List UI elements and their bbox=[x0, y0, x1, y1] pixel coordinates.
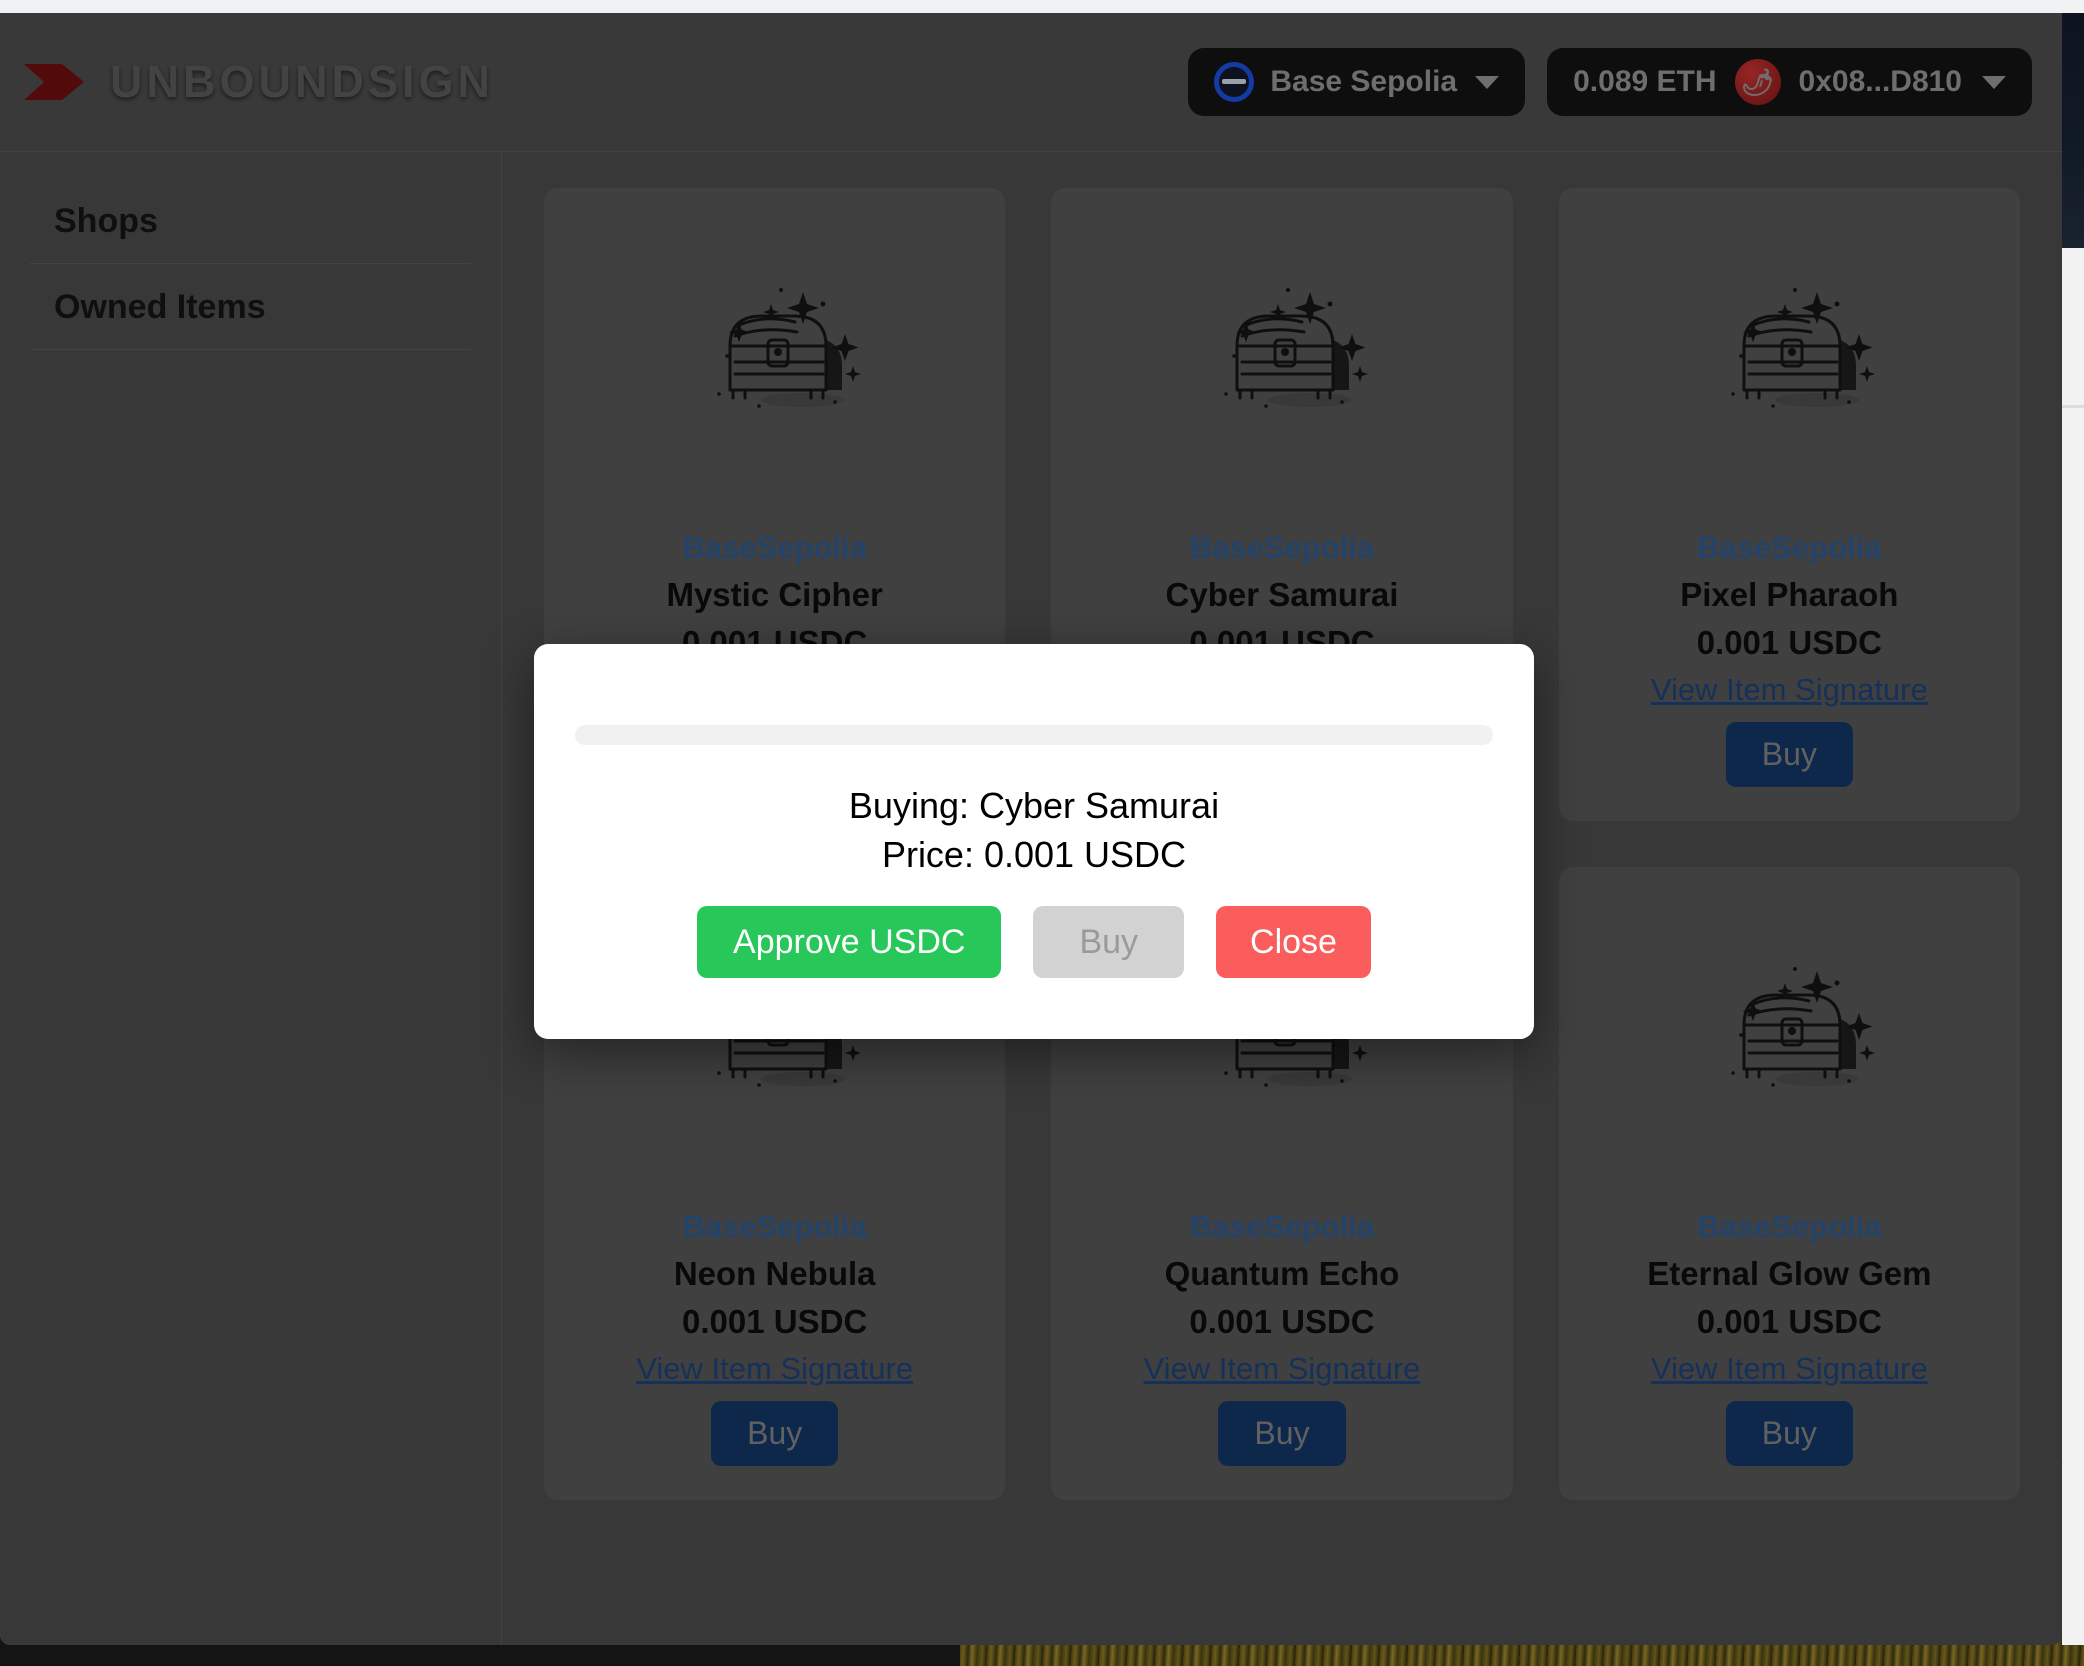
chevron-down-icon bbox=[1982, 75, 2006, 89]
chevron-down-icon bbox=[1475, 75, 1500, 89]
base-chain-icon bbox=[1214, 62, 1255, 102]
item-price: 0.001 USDC bbox=[1189, 1303, 1375, 1340]
sidebar-item-shops[interactable]: Shops bbox=[30, 178, 471, 264]
chili-pepper-avatar: 🌶 bbox=[1734, 59, 1781, 105]
item-name: Quantum Echo bbox=[1164, 1255, 1400, 1292]
modal-actions: Approve USDC Buy Close bbox=[697, 906, 1371, 978]
background-window-text-fragment: n bbox=[2062, 1445, 2063, 1470]
modal-buying-text: Buying: Cyber Samurai bbox=[848, 785, 1220, 826]
background-window-rule bbox=[2062, 405, 2084, 408]
modal-buy-button[interactable]: Buy bbox=[1033, 906, 1185, 978]
item-price: 0.001 USDC bbox=[1696, 624, 1882, 661]
network-label: Base Sepolia bbox=[1270, 65, 1458, 98]
view-item-signature-link[interactable]: View Item Signature bbox=[1651, 672, 1928, 708]
wallet-address: 0x08...D810 bbox=[1798, 65, 1962, 98]
buy-button[interactable]: Buy bbox=[1725, 1401, 1853, 1466]
treasure-chest-icon bbox=[564, 214, 985, 484]
sidebar: Shops Owned Items bbox=[0, 152, 502, 1645]
window-top-strip bbox=[0, 0, 2084, 13]
background-window-sliver[interactable]: t e o a e n bbox=[2062, 13, 2084, 1645]
arrow-chevron-logo-icon bbox=[22, 60, 90, 104]
background-window-text-fragment: o bbox=[2062, 1221, 2063, 1246]
item-card: BaseSepolia Pixel Pharaoh 0.001 USDC Vie… bbox=[1558, 188, 2020, 821]
item-name: Eternal Glow Gem bbox=[1647, 1255, 1932, 1292]
purchase-modal: Buying: Cyber Samurai Price: 0.001 USDC … bbox=[534, 644, 1534, 1039]
item-price: 0.001 USDC bbox=[682, 1303, 868, 1340]
item-chain-label: BaseSepolia bbox=[1189, 530, 1375, 565]
network-selector[interactable]: Base Sepolia bbox=[1188, 48, 1526, 116]
brand-name: UNBOUNDSIGN bbox=[110, 56, 495, 107]
sidebar-item-label: Owned Items bbox=[54, 288, 266, 326]
buy-button[interactable]: Buy bbox=[1218, 1401, 1346, 1466]
sidebar-item-owned-items[interactable]: Owned Items bbox=[30, 264, 471, 350]
wallet-balance: 0.089 ETH bbox=[1573, 65, 1717, 98]
close-button[interactable]: Close bbox=[1216, 906, 1371, 978]
buy-button[interactable]: Buy bbox=[1725, 722, 1853, 787]
item-chain-label: BaseSepolia bbox=[682, 530, 867, 565]
item-name: Neon Nebula bbox=[673, 1255, 876, 1292]
approve-usdc-button[interactable]: Approve USDC bbox=[697, 906, 1002, 978]
item-chain-label: BaseSepolia bbox=[1697, 1209, 1882, 1244]
treasure-chest-icon bbox=[716, 288, 861, 408]
item-name: Pixel Pharaoh bbox=[1680, 576, 1899, 613]
treasure-chest-icon bbox=[1224, 288, 1368, 408]
treasure-chest-icon bbox=[1731, 288, 1876, 408]
modal-progress-bar bbox=[575, 725, 1493, 745]
treasure-chest-icon bbox=[1579, 214, 2000, 484]
item-chain-label: BaseSepolia bbox=[682, 1209, 867, 1244]
buy-button[interactable]: Buy bbox=[711, 1401, 839, 1466]
modal-price-text: Price: 0.001 USDC bbox=[881, 834, 1187, 875]
view-item-signature-link[interactable]: View Item Signature bbox=[636, 1351, 913, 1387]
treasure-chest-icon bbox=[1731, 967, 1876, 1087]
view-item-signature-link[interactable]: View Item Signature bbox=[1651, 1351, 1928, 1387]
wallet-button[interactable]: 0.089 ETH 🌶 0x08...D810 bbox=[1547, 48, 2032, 116]
brand[interactable]: UNBOUNDSIGN bbox=[22, 56, 494, 108]
item-price: 0.001 USDC bbox=[1696, 1303, 1882, 1340]
treasure-chest-icon bbox=[1579, 893, 2000, 1163]
view-item-signature-link[interactable]: View Item Signature bbox=[1144, 1351, 1421, 1387]
item-name: Cyber Samurai bbox=[1165, 576, 1399, 613]
app-window: UNBOUNDSIGN Base Sepolia 0.089 ETH 🌶 0x0… bbox=[0, 13, 2062, 1645]
sidebar-item-label: Shops bbox=[54, 202, 158, 240]
header-actions: Base Sepolia 0.089 ETH 🌶 0x08...D810 bbox=[1188, 48, 2040, 116]
item-chain-label: BaseSepolia bbox=[1189, 1209, 1375, 1244]
treasure-chest-icon bbox=[1071, 214, 1492, 484]
background-window-hero bbox=[2062, 13, 2084, 248]
item-card: BaseSepolia Eternal Glow Gem 0.001 USDC … bbox=[1558, 867, 2020, 1500]
item-name: Mystic Cipher bbox=[666, 576, 883, 613]
item-chain-label: BaseSepolia bbox=[1697, 530, 1882, 565]
app-header: UNBOUNDSIGN Base Sepolia 0.089 ETH 🌶 0x0… bbox=[0, 13, 2062, 152]
